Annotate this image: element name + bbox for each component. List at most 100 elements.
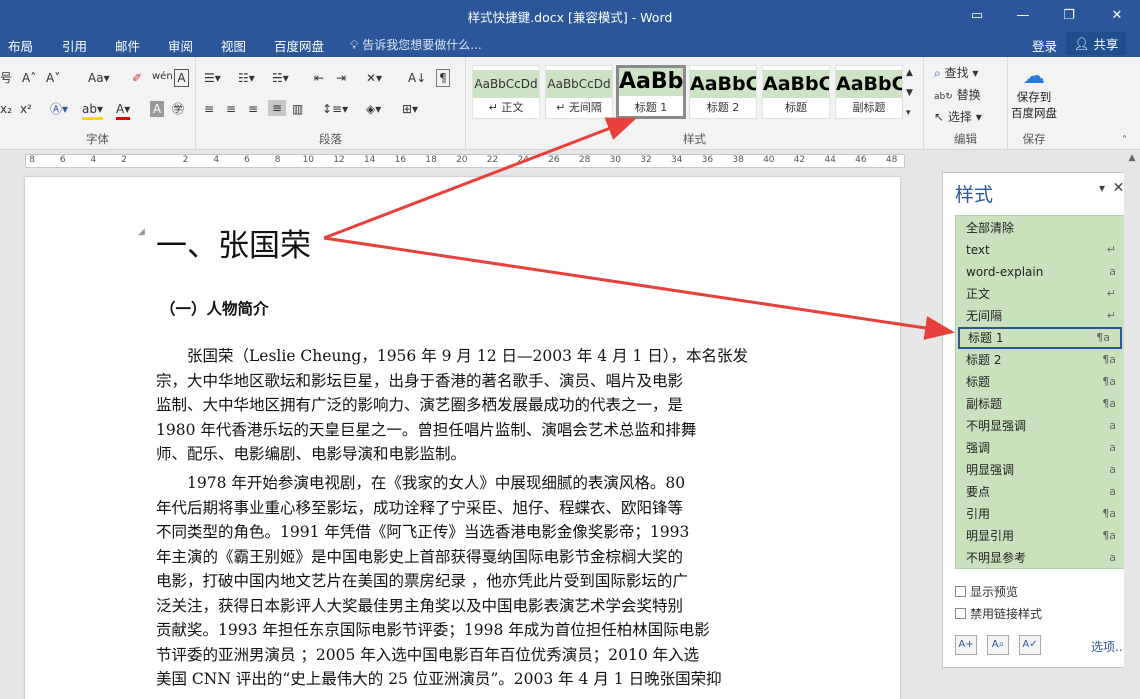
show-preview-checkbox[interactable]: 显示预览: [955, 583, 1018, 600]
superscript-icon[interactable]: x²: [20, 101, 32, 117]
tell-me-search[interactable]: 💡︎ 告诉我您想要做什么...: [350, 36, 482, 53]
paragraph-1[interactable]: 张国荣（Leslie Cheung，1956 年 9 月 12 日—2003 年…: [156, 344, 759, 467]
para1-line: 师、配乐、电影编剧、电影导演和电影监制。: [156, 445, 467, 463]
select-button[interactable]: ↖ 选择 ▾: [934, 109, 982, 125]
enclose-char-icon[interactable]: ㊫: [172, 101, 184, 117]
style-list-item[interactable]: 副标题 ¶a: [956, 393, 1126, 415]
distributed-icon[interactable]: ▥: [292, 101, 303, 117]
tab-references[interactable]: 引用: [62, 36, 87, 55]
align-left-icon[interactable]: ≡: [204, 101, 214, 117]
styles-scroll-up-icon[interactable]: ▲: [906, 65, 913, 81]
ribbon: 号 A˄ A˅ Aa▾ ✐ wén A x₂ x² Ⓐ▾ ab▾ A▾ A ㊫ …: [0, 57, 1140, 150]
style-heading2-preview: AaBbC: [690, 70, 756, 98]
style-list-item[interactable]: 引用 ¶a: [956, 503, 1126, 525]
chinese-layout-icon[interactable]: ✕▾: [366, 70, 382, 86]
disable-linked-checkbox[interactable]: 禁用链接样式: [955, 605, 1042, 622]
style-list-item[interactable]: 不明显强调 a: [956, 415, 1126, 437]
grow-font-icon[interactable]: A˄: [22, 70, 36, 86]
change-case-icon[interactable]: Aa▾: [88, 70, 110, 86]
close-icon[interactable]: ✕: [1094, 0, 1140, 30]
heading1[interactable]: 一、张国荣: [156, 220, 311, 265]
save-to-baidu-label1: 保存到: [1016, 90, 1052, 104]
login-link[interactable]: 登录: [1032, 36, 1057, 55]
new-style-icon[interactable]: A+: [955, 635, 977, 655]
justify-icon[interactable]: ≡: [268, 100, 286, 116]
para2-line: 年主演的《霸王别姬》是中国电影史上首部获得戛纳国际电影节金棕榈大奖的: [156, 547, 684, 566]
minimize-icon[interactable]: —: [1000, 0, 1046, 30]
style-list-item[interactable]: 明显强调 a: [956, 459, 1126, 481]
horizontal-ruler[interactable]: 8 6 4 2 2 4 6 8 10 12 14 16 18 20 22 24 26 28 30 32 34 36 38 40…: [25, 154, 905, 168]
sort-icon[interactable]: A↓: [408, 70, 426, 86]
shrink-font-icon[interactable]: A˅: [46, 70, 60, 86]
align-center-icon[interactable]: ≡: [226, 101, 236, 117]
ruler-tick: 16: [394, 155, 407, 165]
ribbon-options-icon[interactable]: ▭: [954, 0, 1000, 30]
style-heading2[interactable]: AaBbC 标题 2: [689, 65, 757, 119]
phonetic-guide-icon[interactable]: wén: [152, 69, 173, 85]
replace-button[interactable]: ab↻ 替换: [934, 87, 981, 105]
paragraph-2[interactable]: 1978 年开始参演电视剧，在《我家的女人》中展现细腻的表演风格。80 年代后期…: [156, 471, 759, 692]
style-list-item[interactable]: 正文 ↵: [956, 283, 1126, 305]
vertical-scrollbar[interactable]: ▲: [1124, 151, 1140, 699]
char-shading-icon[interactable]: A: [150, 101, 164, 117]
styles-more-icon[interactable]: ▾: [906, 105, 911, 121]
heading2[interactable]: （一）人物简介: [160, 297, 269, 319]
style-list-item[interactable]: 标题 1 ¶a: [958, 327, 1122, 349]
subscript-icon[interactable]: x₂: [0, 101, 12, 117]
style-list-item[interactable]: word-explain a: [956, 261, 1126, 283]
tab-layout[interactable]: 布局: [8, 36, 33, 55]
style-list-item[interactable]: 不明显参考 a: [956, 547, 1126, 569]
save-to-baidu-button[interactable]: ☁ 保存到 百度网盘: [1008, 65, 1060, 121]
show-marks-icon[interactable]: ¶: [436, 69, 450, 87]
style-subtitle[interactable]: AaBbC 副标题: [835, 65, 903, 119]
options-link[interactable]: 选项...: [1091, 638, 1126, 655]
pane-close-icon[interactable]: ✕: [1113, 180, 1125, 196]
style-list-item[interactable]: 无间隔 ↵: [956, 305, 1126, 327]
style-list-item[interactable]: 标题 ¶a: [956, 371, 1126, 393]
style-list-item[interactable]: 全部清除: [956, 217, 1126, 239]
decrease-indent-icon[interactable]: ⇤: [314, 70, 324, 86]
bullets-icon[interactable]: ☰▾: [204, 70, 221, 86]
lightbulb-icon: 💡︎: [350, 38, 359, 52]
scroll-up-icon[interactable]: ▲: [1124, 153, 1140, 163]
style-list-item[interactable]: 标题 2 ¶a: [956, 349, 1126, 371]
font-size-box[interactable]: 号: [0, 70, 12, 86]
style-list-item[interactable]: 强调 a: [956, 437, 1126, 459]
restore-icon[interactable]: ❐: [1046, 0, 1092, 30]
style-list-item[interactable]: text ↵: [956, 239, 1126, 261]
char-border-icon[interactable]: A: [174, 69, 189, 87]
shading-icon[interactable]: ◈▾: [366, 101, 381, 117]
numbering-icon[interactable]: ☷▾: [238, 70, 255, 86]
style-heading1[interactable]: AaBb 标题 1: [616, 65, 686, 119]
style-list-item[interactable]: 明显引用 ¶a: [956, 525, 1126, 547]
increase-indent-icon[interactable]: ⇥: [336, 70, 346, 86]
tab-view[interactable]: 视图: [221, 36, 246, 55]
find-button[interactable]: ⌕ 查找 ▾: [934, 65, 978, 81]
style-no-spacing[interactable]: AaBbCcDd ↵ 无间隔: [545, 65, 613, 119]
borders-icon[interactable]: ⊞▾: [402, 101, 418, 117]
collapse-ribbon-icon[interactable]: ˄: [1122, 133, 1127, 149]
paragraph-group-label: 段落: [319, 132, 342, 146]
style-list-item[interactable]: 要点 a: [956, 481, 1126, 503]
style-type-glyph: ↵: [1106, 243, 1116, 256]
pane-menu-icon[interactable]: ▾: [1099, 181, 1105, 195]
collapse-heading-icon[interactable]: ◢: [138, 227, 145, 237]
style-title[interactable]: AaBbC 标题: [762, 65, 830, 119]
share-button[interactable]: 👤︎ 共享: [1066, 32, 1126, 55]
document-page[interactable]: ◢ 一、张国荣 （一）人物简介 张国荣（Leslie Cheung，1956 年…: [25, 177, 900, 699]
style-normal[interactable]: AaBbCcDd ↵ 正文: [472, 65, 540, 119]
tab-mailings[interactable]: 邮件: [115, 36, 140, 55]
style-inspector-icon[interactable]: A⌕: [987, 635, 1009, 655]
tab-baidu[interactable]: 百度网盘: [274, 36, 324, 55]
tab-review[interactable]: 审阅: [168, 36, 193, 55]
highlight-icon[interactable]: ab▾: [82, 101, 103, 120]
clear-format-icon[interactable]: ✐: [132, 70, 142, 86]
manage-styles-icon[interactable]: A✓: [1019, 635, 1041, 655]
text-effects-icon[interactable]: Ⓐ▾: [50, 101, 68, 117]
para2-line: 不同类型的角色。1991 年凭借《阿飞正传》当选香港电影金像奖影帝；1993: [156, 523, 690, 541]
line-spacing-icon[interactable]: ↕≡▾: [322, 101, 348, 117]
font-color-icon[interactable]: A▾: [116, 101, 131, 120]
styles-scroll-down-icon[interactable]: ▼: [906, 85, 913, 101]
multilevel-list-icon[interactable]: ☵▾: [272, 70, 289, 86]
align-right-icon[interactable]: ≡: [248, 101, 258, 117]
